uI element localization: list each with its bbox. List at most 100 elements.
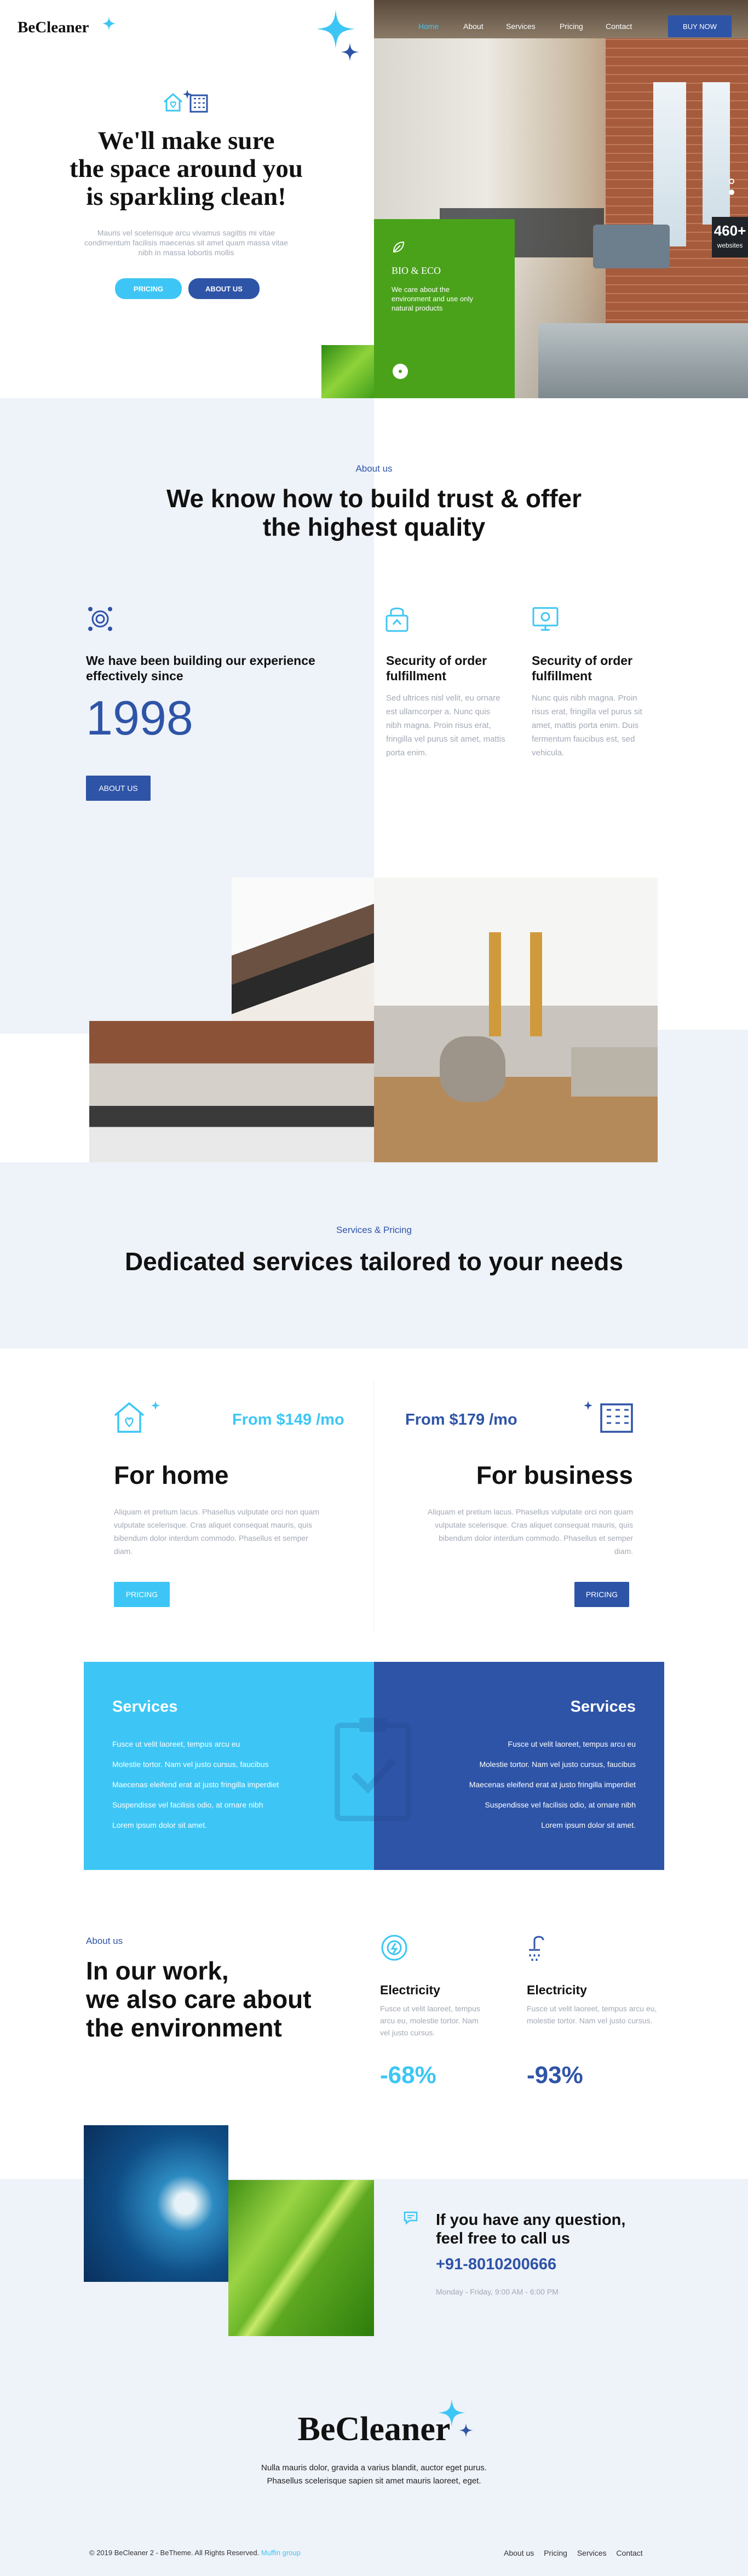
hero-title-line: the space around you <box>69 154 303 183</box>
sofa <box>571 1047 658 1097</box>
curtain <box>530 932 542 1036</box>
slider-dot-active[interactable] <box>729 190 734 195</box>
stat-title: Electricity <box>527 1983 587 1997</box>
eco-card-dot-button[interactable] <box>393 364 408 379</box>
contact-hours: Monday - Friday, 9:00 AM - 6:00 PM <box>436 2287 559 2296</box>
business-price: From $179 /mo <box>405 1411 517 1428</box>
footer-link-pricing[interactable]: Pricing <box>544 2549 567 2557</box>
footer-link-contact[interactable]: Contact <box>616 2549 642 2557</box>
nav-about[interactable]: About <box>463 22 484 31</box>
office-floor <box>538 323 748 398</box>
service-item: Molestie tortor. Nam vel justo cursus, f… <box>479 1760 636 1769</box>
nav-pricing[interactable]: Pricing <box>560 22 583 31</box>
services-eyebrow: Services & Pricing <box>336 1225 412 1235</box>
home-plan-text: Aliquam et pretium lacus. Phasellus vulp… <box>114 1507 320 1556</box>
home-price: From $149 /mo <box>232 1411 344 1428</box>
footer-text: Nulla mauris dolor, gravida a varius bla… <box>0 2462 748 2488</box>
services-right-items: Fusce ut velit laoreet, tempus arcu eu M… <box>469 1734 636 1835</box>
about-us-button[interactable]: ABOUT US <box>86 776 151 801</box>
services-list-left: Services Fusce ut velit laoreet, tempus … <box>84 1662 374 1870</box>
stat-value: -68% <box>380 2062 436 2089</box>
hero-title-line: We'll make sure <box>97 127 275 155</box>
service-item: Maecenas eleifend erat at justo fringill… <box>469 1780 636 1789</box>
services-right-title: Services <box>570 1698 636 1716</box>
hero-text: Mauris vel scelerisque arcu vivamus sagi… <box>33 228 340 257</box>
sparkle-icon <box>102 16 116 31</box>
feature-title-line: Security of order <box>386 653 487 668</box>
since-year: 1998 <box>86 691 193 745</box>
sparkle-icon <box>438 2399 465 2426</box>
gallery-living-room-photo <box>374 877 658 1162</box>
nav-services[interactable]: Services <box>506 22 536 31</box>
buy-now-button[interactable]: BUY NOW <box>668 15 732 37</box>
environment-title-line: In our work, <box>86 1957 229 1985</box>
feature-text: Nunc quis nibh magna. Proin risus erat, … <box>532 693 642 758</box>
home-pricing-button[interactable]: PRICING <box>114 1582 170 1607</box>
armchair <box>593 225 670 268</box>
footer-link-about[interactable]: About us <box>504 2549 534 2557</box>
footer-nav: About us Pricing Services Contact <box>504 2549 643 2557</box>
services-left-title: Services <box>112 1698 178 1716</box>
contact-phone[interactable]: +91-8010200666 <box>436 2256 556 2274</box>
lock-icon <box>385 607 408 632</box>
since-title: We have been building our experience eff… <box>86 653 315 684</box>
electricity-icon <box>381 1935 407 1961</box>
hero-title-line: is sparkling clean! <box>86 182 286 211</box>
hero-about-button[interactable]: ABOUT US <box>188 278 260 299</box>
copyright-text: © 2019 BeCleaner 2 - BeTheme. All Rights… <box>89 2549 260 2557</box>
sparkle-small-icon <box>459 2423 473 2437</box>
footer-copyright: © 2019 BeCleaner 2 - BeTheme. All Rights… <box>89 2549 301 2557</box>
environment-title-line: the environment <box>86 2013 282 2042</box>
contact-title: If you have any question, feel free to c… <box>436 2211 625 2248</box>
services-left-items: Fusce ut velit laoreet, tempus arcu eu M… <box>112 1734 279 1835</box>
service-item: Suspendisse vel facilisis odio, at ornar… <box>112 1800 263 1809</box>
feature-title: Security of order fulfillment <box>532 653 632 684</box>
footer-text-line: Phasellus scelerisque sapien sit amet ma… <box>267 2476 481 2486</box>
contact-title-line: If you have any question, <box>436 2211 626 2229</box>
window <box>653 82 686 246</box>
service-item: Fusce ut velit laoreet, tempus arcu eu <box>112 1740 240 1748</box>
stat-text: Fusce ut velit laoreet, tempus arcu eu, … <box>527 2004 657 2025</box>
environment-title: In our work, we also care about the envi… <box>86 1957 312 2042</box>
slider-dot[interactable] <box>729 179 734 184</box>
nav-home[interactable]: Home <box>418 22 439 31</box>
leaf-image <box>321 345 375 398</box>
business-pricing-button[interactable]: PRICING <box>574 1582 629 1607</box>
footer-logo-wrap: BeCleaner <box>0 2410 748 2449</box>
cleaning-icon <box>88 607 112 631</box>
chair <box>440 1036 505 1102</box>
service-item: Lorem ipsum dolor sit amet. <box>541 1821 636 1829</box>
feature-title: Security of order fulfillment <box>386 653 487 684</box>
footer-link-services[interactable]: Services <box>577 2549 607 2557</box>
leaf-icon <box>393 241 405 253</box>
footer-text-line: Nulla mauris dolor, gravida a varius bla… <box>261 2463 487 2472</box>
gallery-office-photo <box>232 877 374 1021</box>
pricing-divider <box>373 1380 374 1632</box>
hero-text-line: condimentum facilisis maecenas sit amet … <box>84 238 288 247</box>
hero-pricing-button[interactable]: PRICING <box>115 278 182 299</box>
footer-logo[interactable]: BeCleaner <box>298 2411 451 2448</box>
service-item: Lorem ipsum dolor sit amet. <box>112 1821 207 1829</box>
hero-text-line: Mauris vel scelerisque arcu vivamus sagi… <box>97 228 275 237</box>
services-title: Dedicated services tailored to your need… <box>124 1247 624 1276</box>
curtain <box>489 932 501 1036</box>
hero-title: We'll make sure the space around you is … <box>22 127 350 211</box>
feature-title-line: fulfillment <box>386 669 446 683</box>
feature-title-line: fulfillment <box>532 669 592 683</box>
nav-contact[interactable]: Contact <box>606 22 632 31</box>
brand-logo[interactable]: BeCleaner <box>18 19 89 37</box>
about-title-line: We know how to build trust & offer <box>166 484 582 513</box>
credit-link[interactable]: Muffin group <box>261 2549 301 2557</box>
about-title: We know how to build trust & offer the h… <box>0 484 748 541</box>
about-title-line: the highest quality <box>262 513 486 541</box>
gallery-bg <box>657 1030 748 1167</box>
since-title-line: We have been building our experience <box>86 653 315 668</box>
stat-text: Fusce ut velit laoreet, tempus arcu eu, … <box>380 2004 480 2037</box>
water-photo <box>84 2125 228 2282</box>
counter-label: websites <box>717 242 743 249</box>
business-plan-title: For business <box>476 1461 633 1489</box>
service-item: Suspendisse vel facilisis odio, at ornar… <box>485 1800 636 1809</box>
websites-counter: 460+ websites <box>712 217 748 257</box>
leaf-photo <box>228 2180 374 2336</box>
feature-title-line: Security of order <box>532 653 633 668</box>
